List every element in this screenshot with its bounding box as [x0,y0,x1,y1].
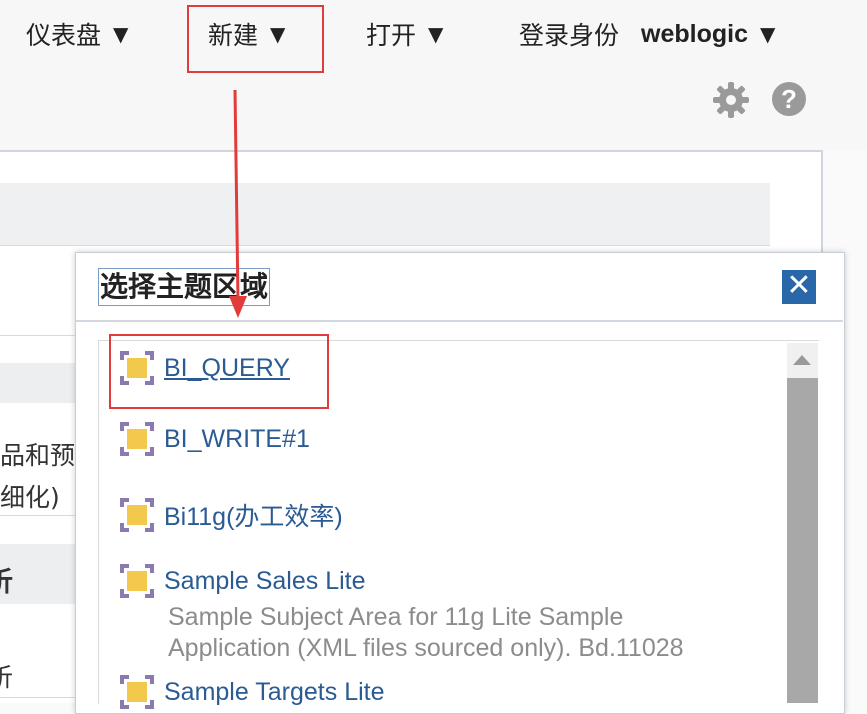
menu-open[interactable]: 打开 ▼ [366,14,443,54]
highlight-new-menu [187,5,324,73]
scrollbar-thumb[interactable] [787,378,818,703]
subject-area-label[interactable]: Bi11g(办工效率) [164,497,343,533]
background-divider [0,335,75,336]
menu-signed-in-as[interactable]: 登录身份 weblogic ▼ [519,14,775,54]
subject-area-item-bi-write[interactable]: BI_WRITE#1 [120,422,310,456]
background-divider [0,697,75,698]
background-text: 细化) [0,483,60,512]
background-link: 析 [0,663,14,692]
close-icon[interactable]: ✕ [782,270,816,304]
dialog-title: 选择主题区域 [98,268,271,306]
background-panel-header [0,183,770,246]
subject-area-label[interactable]: BI_WRITE#1 [164,425,310,454]
menu-dashboard-label: 仪表盘 [26,21,102,50]
subject-area-icon [120,675,154,709]
background-divider [0,515,75,516]
dialog-divider [76,320,843,322]
subject-area-icon [120,498,154,532]
subject-area-label[interactable]: Sample Sales Lite [164,567,366,596]
subject-area-icon [120,422,154,456]
scroll-up-arrow-icon[interactable] [793,355,811,365]
subject-area-description: Sample Subject Area for 11g Lite Sample [168,603,624,631]
background-section-title: 析 [0,560,13,599]
help-icon[interactable]: ? [772,82,806,116]
chevron-down-icon: ▼ [428,22,444,46]
chevron-down-icon: ▼ [759,22,776,46]
menu-signed-in-label: 登录身份 [519,21,620,50]
subject-area-item-bi11g[interactable]: Bi11g(办工效率) [120,497,343,533]
subject-area-icon [120,564,154,598]
gear-icon[interactable] [711,80,751,120]
chevron-down-icon: ▼ [113,22,129,46]
menu-dashboard[interactable]: 仪表盘 ▼ [26,14,128,54]
user-name: weblogic [641,19,748,48]
subject-area-description: Application (XML files sourced only). Bd… [168,634,684,662]
menu-open-label: 打开 [366,21,417,50]
subject-area-label[interactable]: Sample Targets Lite [164,678,385,707]
background-section-header [0,363,75,403]
highlight-bi-query [109,334,329,409]
subject-area-item-sample-targets-lite[interactable]: Sample Targets Lite [120,675,385,709]
subject-area-item-sample-sales-lite[interactable]: Sample Sales Lite [120,564,366,598]
